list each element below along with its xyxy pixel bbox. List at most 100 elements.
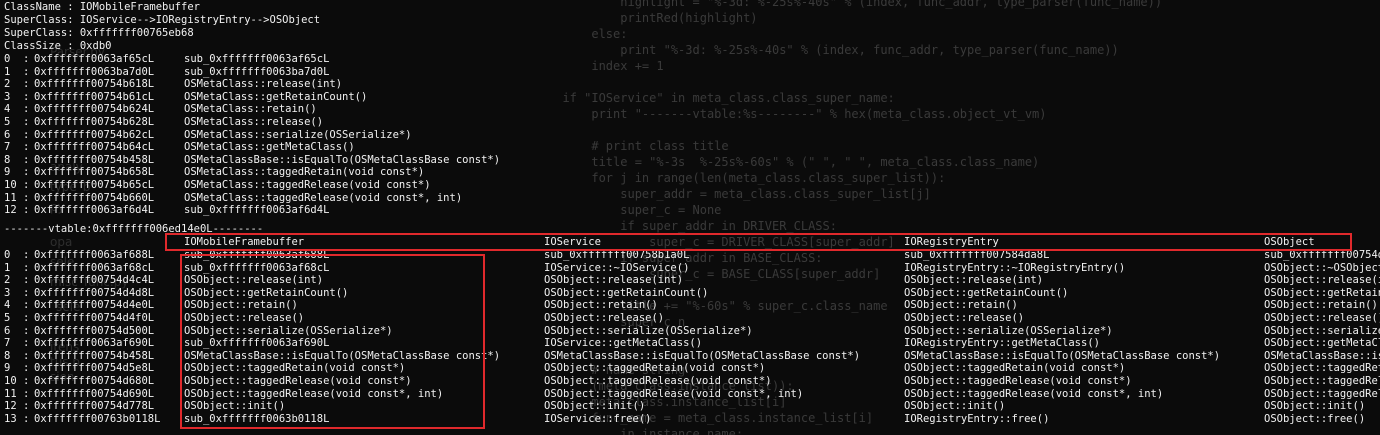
vtable-row-address: 0xfffffff00754d4d8L: [34, 286, 155, 299]
meta-row-idx: 7 :: [4, 141, 30, 154]
meta-row-func: sub_0xfffffff0063af6d4L: [184, 204, 330, 217]
terminal-output: ClassName : IOMobileFramebuffer SuperCla…: [0, 0, 1380, 435]
vtable-cell-ioservice: OSObject::taggedRelease(void const*): [544, 375, 772, 387]
meta-row-idx: 10 :: [4, 179, 30, 191]
meta-row-func: OSMetaClassBase::isEqualTo(OSMetaClassBa…: [184, 153, 501, 166]
vtable-cell-ioregistryentry: OSObject::release(): [904, 312, 1025, 324]
class-size-line: ClassSize : 0xdb0: [4, 40, 112, 52]
meta-row-func: OSMetaClass::release(int): [184, 78, 343, 91]
vtable-row-index: 9 :: [4, 362, 30, 375]
meta-row-addr: 0xfffffff00754b658L: [34, 166, 155, 179]
meta-row-func: sub_0xfffffff0063af65cL: [184, 53, 330, 65]
vtable-row-index: 4 :: [4, 299, 30, 312]
vtable-row-address: 0xfffffff0063af690L: [34, 337, 155, 350]
vtable-cell-ioregistryentry: IORegistryEntry::getMetaClass(): [904, 337, 1100, 350]
column-title-highlight-box: [165, 233, 1352, 251]
vtable-cell-osobject: OSObject::getRetain: [1264, 286, 1380, 299]
vtable-cell-osobject: OSObject::taggedRele: [1264, 375, 1380, 387]
meta-row-func: OSMetaClass::taggedRelease(void const*, …: [184, 191, 463, 204]
vtable-cell-ioregistryentry: IORegistryEntry::~IORegistryEntry(): [904, 261, 1126, 274]
vtable-cell-ioservice: IOService::~IOService(): [544, 261, 690, 274]
vtable-cell-ioservice: OSMetaClassBase::isEqualTo(OSMetaClassBa…: [544, 349, 861, 362]
vtable-cell-ioservice: IOService::free(): [544, 412, 652, 425]
vtable-row-address: 0xfffffff00754b458L: [34, 349, 155, 362]
vtable-cell-osobject: OSObject::free(): [1264, 412, 1366, 425]
vtable-row-index: 0 :: [4, 249, 30, 261]
meta-row-addr: 0xfffffff00754b65cL: [34, 179, 155, 191]
vtable-row-index: 11 :: [4, 387, 30, 400]
meta-row-idx: 1 :: [4, 65, 30, 78]
meta-row-idx: 3 :: [4, 90, 30, 103]
vtable-cell-ioregistryentry: OSObject::taggedRelease(void const*): [904, 375, 1132, 387]
vtable-row-index: 3 :: [4, 286, 30, 299]
vtable-row-address: 0xfffffff00754d690L: [34, 387, 155, 400]
vtable-cell-ioregistryentry: OSObject::getRetainCount(): [904, 286, 1069, 299]
meta-row-addr: 0xfffffff00754b618L: [34, 78, 155, 91]
meta-row-func: sub_0xfffffff0063ba7d0L: [184, 65, 330, 78]
vtable-cell-osobject: OSObject::retain(): [1264, 299, 1378, 312]
meta-row-idx: 9 :: [4, 166, 30, 179]
vtable-row-index: 6 :: [4, 324, 30, 337]
vtable-cell-ioregistryentry: IORegistryEntry::free(): [904, 412, 1050, 425]
vtable-row-address: 0xfffffff00754d500L: [34, 324, 155, 337]
vtable-cell-ioregistryentry: OSObject::serialize(OSSerialize*): [904, 324, 1113, 337]
meta-row-addr: 0xfffffff0063ba7d0L: [34, 65, 155, 78]
vtable-row-index: 2 :: [4, 274, 30, 287]
vtable-cell-ioregistryentry: OSObject::retain(): [904, 299, 1018, 312]
vtable-row-address: 0xfffffff00754d4e0L: [34, 299, 155, 312]
vtable-cell-ioregistryentry: OSObject::taggedRetain(void const*): [904, 362, 1126, 375]
vtable-row-index: 8 :: [4, 349, 30, 362]
vtable-cell-osobject: OSObject::release(): [1264, 312, 1380, 324]
vtable-cell-osobject: OSObject::getMetaCla: [1264, 337, 1380, 350]
vtable-cell-osobject: OSObject::release(in: [1264, 274, 1380, 287]
meta-row-idx: 5 :: [4, 116, 30, 128]
meta-row-idx: 2 :: [4, 78, 30, 91]
meta-row-func: OSMetaClass::retain(): [184, 103, 317, 116]
override-column-highlight-box: [180, 254, 485, 429]
vtable-cell-ioservice: OSObject::taggedRelease(void const*, int…: [544, 387, 804, 400]
vtable-row-index: 1 :: [4, 261, 30, 274]
vtable-cell-ioregistryentry: OSObject::init(): [904, 400, 1006, 413]
vtable-row-index: 13 :: [4, 412, 30, 425]
vtable-cell-ioservice: OSObject::init(): [544, 400, 646, 413]
meta-row-func: OSMetaClass::serialize(OSSerialize*): [184, 128, 412, 141]
superclass-address-line: SuperClass: 0xfffffff00765eb68: [4, 27, 194, 39]
vtable-row-index: 7 :: [4, 337, 30, 350]
meta-row-addr: 0xfffffff00754b62cL: [34, 128, 155, 141]
vtable-cell-ioregistryentry: OSObject::release(int): [904, 274, 1044, 287]
meta-row-idx: 4 :: [4, 103, 30, 116]
meta-row-idx: 6 :: [4, 128, 30, 141]
vtable-row-index: 12 :: [4, 400, 30, 413]
vtable-cell-ioregistryentry: OSMetaClassBase::isEqualTo(OSMetaClassBa…: [904, 349, 1221, 362]
vtable-row-address: 0xfffffff00754d680L: [34, 375, 155, 387]
class-name-line: ClassName : IOMobileFramebuffer: [4, 1, 200, 13]
meta-row-addr: 0xfffffff0063af65cL: [34, 53, 155, 65]
vtable-cell-ioservice: OSObject::release(): [544, 312, 665, 324]
vtable-row-index: 5 :: [4, 312, 30, 324]
vtable-row-address: 0xfffffff00754d4c4L: [34, 274, 155, 287]
meta-row-idx: 11 :: [4, 191, 30, 204]
meta-row-func: OSMetaClass::taggedRelease(void const*): [184, 179, 431, 191]
meta-row-idx: 12 :: [4, 204, 30, 217]
vtable-cell-osobject: OSObject::taggedReta: [1264, 362, 1380, 375]
vtable-cell-ioservice: OSObject::retain(): [544, 299, 658, 312]
vtable-cell-osobject: OSObject::init(): [1264, 400, 1366, 413]
meta-row-addr: 0xfffffff00754b64cL: [34, 141, 155, 154]
vtable-row-address: 0xfffffff00763b0118L: [34, 412, 161, 425]
meta-row-func: OSMetaClass::getRetainCount(): [184, 90, 368, 103]
superclass-chain-line: SuperClass: IOService-->IORegistryEntry-…: [4, 14, 321, 26]
meta-row-addr: 0xfffffff00754b628L: [34, 116, 155, 128]
vtable-cell-ioservice: OSObject::release(int): [544, 274, 684, 287]
vtable-cell-osobject: OSObject::~OSObject: [1264, 261, 1380, 274]
vtable-row-index: 10 :: [4, 375, 30, 387]
meta-row-addr: 0xfffffff0063af6d4L: [34, 204, 155, 217]
vtable-row-address: 0xfffffff0063af688L: [34, 249, 155, 261]
vtable-cell-osobject: OSMetaClassBase::isEq: [1264, 349, 1380, 362]
vtable-cell-ioservice: OSObject::taggedRetain(void const*): [544, 362, 766, 375]
meta-row-func: OSMetaClass::getMetaClass(): [184, 141, 355, 154]
vtable-row-address: 0xfffffff0063af68cL: [34, 261, 155, 274]
meta-row-idx: 8 :: [4, 153, 30, 166]
vtable-cell-ioservice: IOService::getMetaClass(): [544, 337, 703, 350]
vtable-cell-ioregistryentry: OSObject::taggedRelease(void const*, int…: [904, 387, 1164, 400]
meta-row-func: OSMetaClass::taggedRetain(void const*): [184, 166, 425, 179]
